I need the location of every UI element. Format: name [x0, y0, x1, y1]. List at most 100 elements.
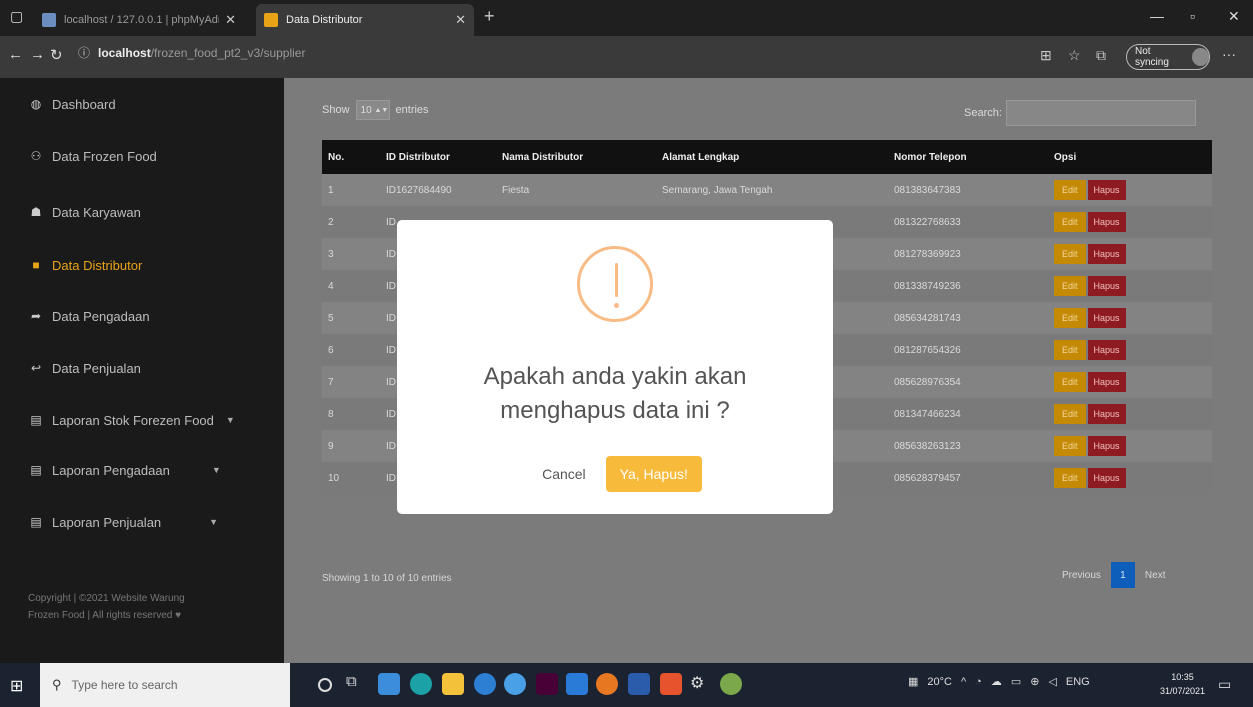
hapus-button[interactable]: Hapus: [1087, 468, 1126, 488]
column-header-alamat[interactable]: Alamat Lengkap: [656, 140, 888, 174]
column-header-nama[interactable]: Nama Distributor: [496, 140, 656, 174]
chevron-up-icon[interactable]: ^: [961, 676, 966, 688]
close-icon[interactable]: ✕: [455, 12, 466, 28]
maximize-icon[interactable]: ▫: [1190, 8, 1195, 24]
app-icon[interactable]: [660, 673, 682, 695]
dashboard-icon: ◍: [30, 97, 42, 111]
refresh-icon[interactable]: ↻: [50, 46, 63, 64]
sidebar-item-laporan-penjualan[interactable]: ▤ Laporan Penjualan ▼: [28, 510, 218, 534]
forward-icon[interactable]: →: [30, 46, 45, 63]
edit-button[interactable]: Edit: [1054, 468, 1086, 488]
back-icon[interactable]: ←: [8, 46, 23, 63]
clock[interactable]: 10:35 31/07/2021: [1160, 670, 1205, 698]
window-close-icon[interactable]: ✕: [1228, 8, 1240, 25]
previous-button[interactable]: Previous: [1062, 570, 1101, 581]
edit-button[interactable]: Edit: [1054, 404, 1086, 424]
edit-button[interactable]: Edit: [1054, 372, 1086, 392]
app-icon[interactable]: [720, 673, 742, 695]
next-button[interactable]: Next: [1145, 570, 1166, 581]
sidebar-item-karyawan[interactable]: ☗ Data Karyawan: [28, 200, 141, 224]
hapus-button[interactable]: Hapus: [1087, 372, 1126, 392]
tab-phpmyadmin[interactable]: localhost / 127.0.0.1 | phpMyAdmin ✕: [34, 4, 244, 36]
weather-icon[interactable]: ▦: [908, 675, 918, 688]
battery-icon[interactable]: ▭: [1011, 675, 1021, 688]
hapus-button[interactable]: Hapus: [1087, 404, 1126, 424]
sidebar-item-penjualan[interactable]: ↩ Data Penjualan: [28, 356, 141, 380]
sidebar-item-distributor[interactable]: ■ Data Distributor: [28, 253, 142, 277]
app-icon[interactable]: [596, 673, 618, 695]
network-icon[interactable]: ☁: [991, 675, 1002, 688]
hapus-button[interactable]: Hapus: [1087, 212, 1126, 232]
column-header-telp[interactable]: Nomor Telepon: [888, 140, 1048, 174]
tab-data-distributor[interactable]: Data Distributor ✕: [256, 4, 474, 36]
edit-button[interactable]: Edit: [1054, 244, 1086, 264]
close-icon[interactable]: ✕: [225, 12, 236, 28]
hapus-button[interactable]: Hapus: [1087, 308, 1126, 328]
sidebar-item-pengadaan[interactable]: ➦ Data Pengadaan: [28, 304, 150, 328]
cancel-button[interactable]: Cancel: [528, 456, 600, 492]
table-cell-no: 8: [328, 408, 334, 420]
url-field[interactable]: ⓘ localhost /frozen_food_pt2_v3/supplier: [78, 44, 305, 61]
hapus-button[interactable]: Hapus: [1087, 180, 1126, 200]
sidebar-item-laporan-pengadaan[interactable]: ▤ Laporan Pengadaan ▼: [28, 458, 220, 482]
read-aloud-icon[interactable]: ⊞: [1040, 47, 1052, 64]
page-1-button[interactable]: 1: [1110, 562, 1135, 588]
hapus-button[interactable]: Hapus: [1087, 244, 1126, 264]
tab-actions-icon[interactable]: ▢: [10, 8, 23, 25]
tray-icon[interactable]: ◔: [975, 676, 982, 688]
edit-button[interactable]: Edit: [1054, 180, 1086, 200]
search-input[interactable]: [1005, 100, 1196, 126]
show-label: Show: [322, 104, 350, 116]
table-cell-telp: 085628379457: [894, 472, 961, 484]
truck-icon: ■: [32, 258, 40, 272]
word-icon[interactable]: [628, 673, 650, 695]
edit-button[interactable]: Edit: [1054, 212, 1086, 232]
settings-gear-icon[interactable]: ⚙: [690, 673, 712, 695]
notification-icon[interactable]: ▭: [1218, 676, 1231, 693]
sidebar-item-laporan-stok[interactable]: ▤ Laporan Stok Forezen Food ▼: [28, 408, 234, 432]
minimize-icon[interactable]: —: [1150, 8, 1164, 24]
cortana-icon[interactable]: [318, 678, 332, 692]
app-icon[interactable]: [378, 673, 400, 695]
hapus-button[interactable]: Hapus: [1087, 340, 1126, 360]
more-icon[interactable]: ···: [1222, 46, 1236, 62]
confirm-delete-button[interactable]: Ya, Hapus!: [605, 456, 702, 492]
edge-icon[interactable]: [410, 673, 432, 695]
taskbar-search[interactable]: ⚲ Type here to search: [40, 663, 290, 707]
edit-button[interactable]: Edit: [1054, 340, 1086, 360]
xd-icon[interactable]: [536, 673, 558, 695]
windows-start-icon[interactable]: ⊞: [10, 676, 23, 696]
favorites-icon[interactable]: ☆: [1068, 47, 1081, 64]
hapus-button[interactable]: Hapus: [1087, 276, 1126, 296]
column-header-id[interactable]: ID Distributor: [380, 140, 496, 174]
edit-button[interactable]: Edit: [1054, 276, 1086, 296]
globe-icon[interactable]: ⊕: [1030, 675, 1039, 688]
file-explorer-icon[interactable]: [442, 673, 464, 695]
vscode-icon[interactable]: [566, 673, 588, 695]
edit-button[interactable]: Edit: [1054, 436, 1086, 456]
sidebar-item-label: Data Pengadaan: [52, 308, 150, 324]
confirm-delete-dialog: Apakah anda yakin akan menghapus data in…: [397, 220, 833, 514]
warning-icon: [577, 246, 653, 322]
language-indicator[interactable]: ENG: [1066, 676, 1090, 688]
app-icon[interactable]: [504, 673, 526, 695]
sidebar-item-dashboard[interactable]: ◍ Dashboard: [28, 92, 116, 116]
app-icon[interactable]: [474, 673, 496, 695]
sidebar-item-label: Data Karyawan: [52, 204, 141, 220]
task-view-icon[interactable]: ⧉: [346, 673, 368, 695]
volume-icon[interactable]: ◁: [1048, 675, 1056, 688]
chevron-down-icon: ▲▼: [374, 106, 389, 114]
column-header-no[interactable]: No.: [322, 140, 380, 174]
table-cell-opsi: Edit Hapus: [1048, 366, 1212, 398]
weather-temp[interactable]: 20°C: [927, 676, 952, 688]
sidebar-item-label: Laporan Penjualan: [52, 514, 162, 530]
edit-button[interactable]: Edit: [1054, 308, 1086, 328]
hapus-button[interactable]: Hapus: [1087, 436, 1126, 456]
new-tab-icon[interactable]: +: [484, 6, 495, 27]
sidebar-item-frozen-food[interactable]: ⚇ Data Frozen Food: [28, 144, 157, 168]
sync-button[interactable]: Not syncing: [1126, 44, 1210, 70]
taskbar-search-placeholder: Type here to search: [71, 678, 178, 692]
page-length-select[interactable]: 10 ▲▼: [355, 100, 390, 120]
collections-icon[interactable]: ⧉: [1096, 47, 1106, 64]
column-header-opsi[interactable]: Opsi: [1048, 140, 1212, 174]
